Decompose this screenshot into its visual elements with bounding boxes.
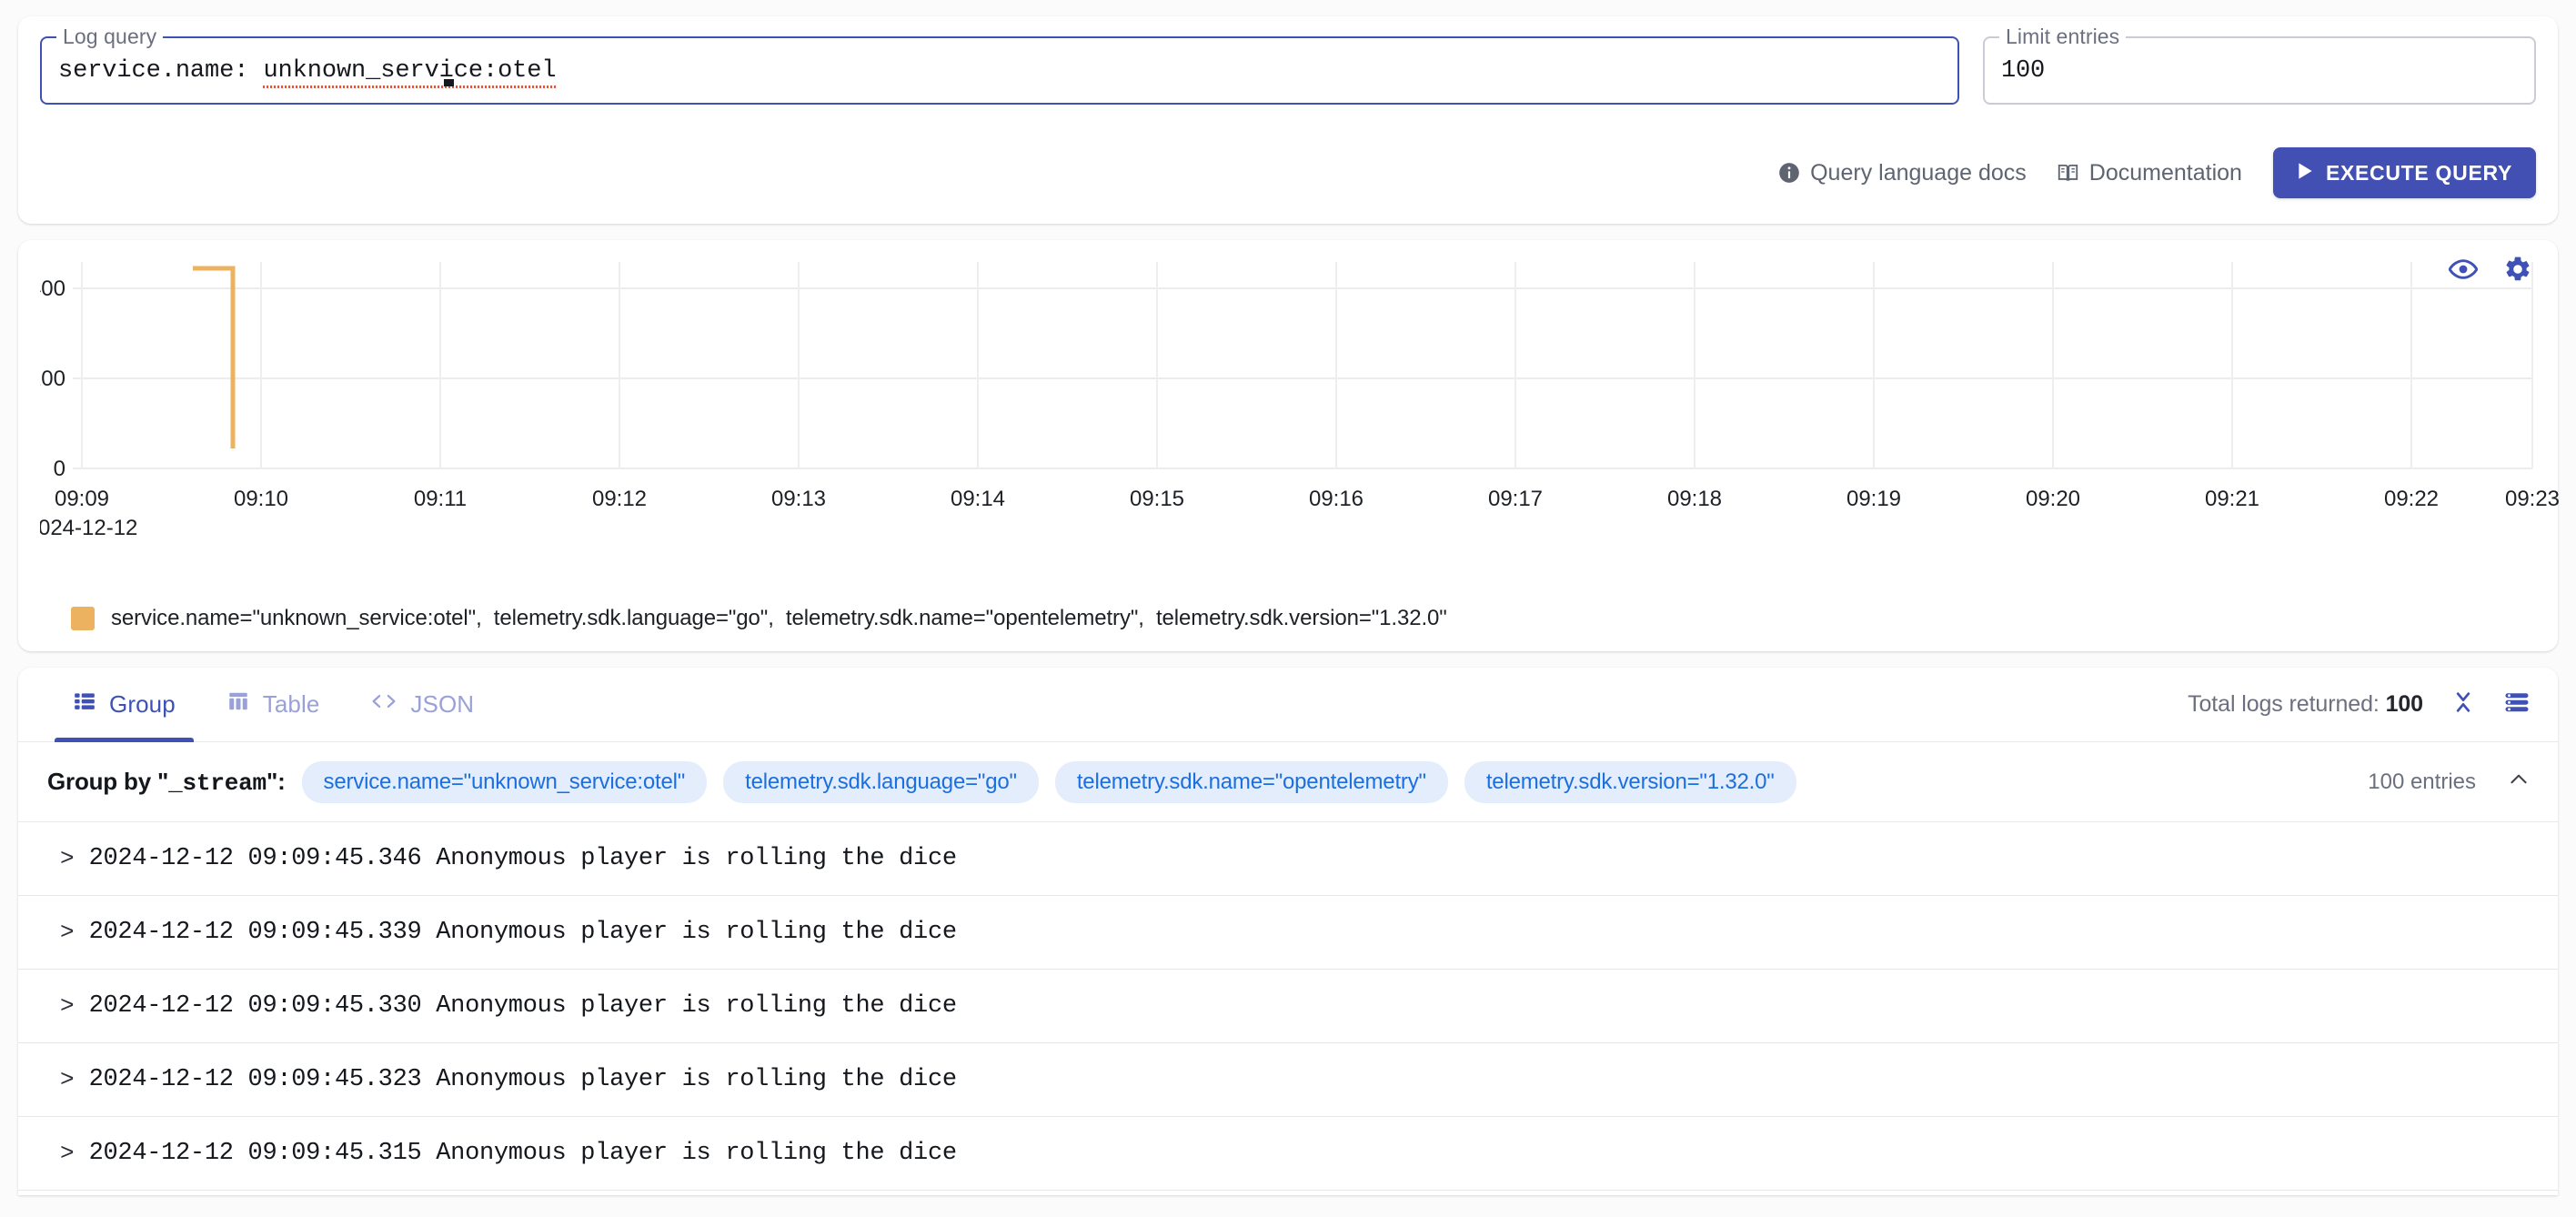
tab-json[interactable]: JSON [345,668,499,742]
series-line-0 [193,266,236,448]
results-tabs-bar: Group Table JSON Total logs returned: 10… [18,668,2558,742]
log-query-value-prefix: service.name: [58,56,264,85]
tab-table[interactable]: Table [201,668,346,742]
chevron-up-icon[interactable] [2507,768,2531,796]
group-by-chip-service-name[interactable]: service.name="unknown_service:otel" [301,760,708,803]
documentation-button[interactable]: Documentation [2041,151,2257,196]
svg-text:09:15: 09:15 [1130,487,1184,511]
log-entry-text: 2024-12-12 09:09:45.346 Anonymous player… [88,845,957,872]
svg-text:200: 200 [40,367,65,391]
group-by-label-key: _stream [168,769,267,797]
log-entry-text: 2024-12-12 09:09:45.339 Anonymous player… [88,919,957,946]
svg-text:0: 0 [54,457,65,481]
x-axis-date-label: 2024-12-12 [40,516,137,540]
limit-entries-field[interactable]: Limit entries [1983,26,2536,105]
svg-text:09:22: 09:22 [2384,487,2439,511]
chart-svg: 400 200 0 09:09 09:10 09:11 09:12 09:13 … [40,262,2560,540]
table-row[interactable]: > 2024-12-12 09:09:45.315 Anonymous play… [18,1117,2558,1191]
y-axis-tick-labels: 400 200 0 [40,277,65,481]
rows-density-icon[interactable] [2503,689,2531,720]
svg-text:09:18: 09:18 [1667,487,1722,511]
results-tabs: Group Table JSON [47,668,499,742]
svg-text:09:19: 09:19 [1846,487,1901,511]
histogram-panel: 400 200 0 09:09 09:10 09:11 09:12 09:13 … [18,240,2560,651]
table-row[interactable]: > 2024-12-12 09:09:45.330 Anonymous play… [18,970,2558,1043]
table-row[interactable]: > 2024-12-12 09:09:45.339 Anonymous play… [18,896,2558,970]
total-logs-label: Total logs returned: [2188,691,2380,717]
log-query-label: Log query [56,26,164,47]
table-row[interactable]: > 2024-12-12 09:09:45.323 Anonymous play… [18,1043,2558,1117]
group-by-chip-sdk-language[interactable]: telemetry.sdk.language="go" [723,760,1039,803]
svg-text:09:23: 09:23 [2505,487,2560,511]
row-expand-chevron-icon[interactable]: > [60,994,75,1018]
total-logs-returned: Total logs returned: 100 [2188,691,2423,718]
log-query-value-term: unknown_service:otel [263,56,557,88]
list-icon [73,689,96,719]
row-expand-chevron-icon[interactable]: > [60,847,75,870]
group-by-chip-sdk-name[interactable]: telemetry.sdk.name="opentelemetry" [1054,760,1448,803]
book-icon [2056,161,2080,185]
limit-entries-label: Limit entries [1999,26,2127,47]
log-entry-text: 2024-12-12 09:09:45.315 Anonymous player… [88,1140,957,1167]
query-language-docs-button[interactable]: Query language docs [1763,151,2041,196]
group-by-label-prefix: Group by " [47,767,169,795]
svg-text:09:17: 09:17 [1488,487,1543,511]
results-panel: Group Table JSON Total logs returned: 10… [18,668,2558,1195]
query-panel: Log query service.name: unknown_service:… [18,16,2558,224]
log-entry-text: 2024-12-12 09:09:45.330 Anonymous player… [88,992,957,1020]
horizontal-gridlines [73,287,2532,469]
log-entry-text: 2024-12-12 09:09:45.323 Anonymous player… [88,1066,957,1093]
tab-json-label: JSON [410,690,475,718]
info-icon [1777,161,1801,185]
svg-text:09:13: 09:13 [771,487,826,511]
row-expand-chevron-icon[interactable]: > [60,920,75,944]
log-explorer-page: Log query service.name: unknown_service:… [0,0,2576,1217]
histogram-chart[interactable]: 400 200 0 09:09 09:10 09:11 09:12 09:13 … [40,262,2572,571]
query-language-docs-label: Query language docs [1810,159,2027,186]
log-query-value[interactable]: service.name: unknown_service:otel [42,56,573,88]
group-by-chip-sdk-version[interactable]: telemetry.sdk.version="1.32.0" [1464,760,1796,803]
results-tabs-right: Total logs returned: 100 [2188,689,2531,720]
legend-color-swatch [71,607,95,630]
tab-group-label: Group [109,690,176,718]
tab-table-label: Table [262,690,320,718]
svg-text:09:20: 09:20 [2026,487,2080,511]
chart-legend-item[interactable]: service.name="unknown_service:otel", tel… [71,606,1447,631]
query-fields-row: Log query service.name: unknown_service:… [40,26,2536,105]
execute-query-button[interactable]: EXECUTE QUERY [2272,147,2536,198]
group-entries-count: 100 entries [2368,769,2476,794]
svg-text:09:10: 09:10 [234,487,288,511]
svg-text:09:09: 09:09 [55,487,109,511]
play-icon [2297,161,2314,186]
documentation-label: Documentation [2088,159,2242,186]
svg-text:09:11: 09:11 [414,487,467,511]
svg-text:09:21: 09:21 [2205,487,2259,511]
total-logs-value: 100 [2385,691,2424,717]
tab-group[interactable]: Group [47,668,201,742]
collapse-vertical-icon[interactable] [2450,689,2476,719]
execute-query-label: EXECUTE QUERY [2325,160,2512,185]
row-expand-chevron-icon[interactable]: > [60,1068,75,1091]
table-icon [226,689,250,719]
svg-text:09:16: 09:16 [1309,487,1363,511]
group-by-bar: Group by "_stream": service.name="unknow… [18,742,2558,822]
text-caret [443,78,454,86]
log-rows-list: > 2024-12-12 09:09:45.346 Anonymous play… [18,822,2558,1191]
vertical-gridlines [81,262,2533,468]
group-by-right: 100 entries [2368,768,2531,796]
svg-text:09:12: 09:12 [592,487,647,511]
group-by-label: Group by "_stream": [47,768,286,797]
code-icon [370,689,397,719]
svg-text:400: 400 [40,277,65,301]
group-by-label-suffix: ": [266,767,286,795]
log-query-field[interactable]: Log query service.name: unknown_service:… [40,26,1959,105]
row-expand-chevron-icon[interactable]: > [60,1142,75,1165]
svg-text:09:14: 09:14 [951,487,1005,511]
query-actions: Query language docs Documentation EXECUT… [1763,147,2536,198]
legend-label: service.name="unknown_service:otel", tel… [111,606,1447,630]
x-axis-tick-labels: 09:09 09:10 09:11 09:12 09:13 09:14 09:1… [55,487,2560,511]
table-row[interactable]: > 2024-12-12 09:09:45.346 Anonymous play… [18,822,2558,896]
